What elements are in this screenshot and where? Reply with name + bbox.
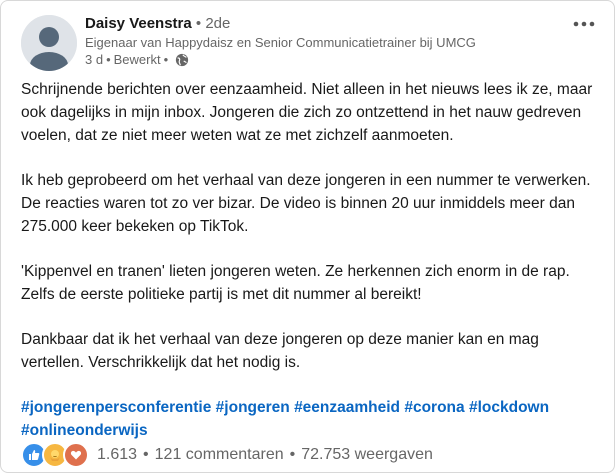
post-paragraph: Ik heb geprobeerd om het verhaal van dez… [21,172,591,235]
globe-icon [176,53,189,66]
post-paragraph: Schrijnende berichten over eenzaamheid. … [21,81,593,144]
social-counts: 1.613 • 121 commentaren • 72.753 weergav… [21,442,433,468]
separator-dot: • [143,446,149,463]
hashtag-link[interactable]: #jongeren [216,399,290,416]
comments-count[interactable]: 121 commentaren [155,446,284,464]
post-card: Daisy Veenstra • 2de Eigenaar van Happyd… [0,0,615,473]
reactions-count[interactable]: 1.613 [97,446,137,464]
hashtag-link[interactable]: #eenzaamheid [294,399,400,416]
profile-placeholder-icon [21,15,77,71]
hashtag-list: #jongerenpersconferentie #jongeren #eenz… [21,396,606,442]
ellipsis-icon [573,21,595,27]
author-headline: Eigenaar van Happydaisz en Senior Commun… [85,35,476,50]
post-body: Schrijnende berichten over eenzaamheid. … [21,78,606,442]
hashtag-link[interactable]: #corona [404,399,464,416]
connection-degree: • 2de [195,15,231,32]
post-meta: 3 d • Bewerkt • [85,51,564,68]
more-options-button[interactable] [570,13,598,35]
meta-separator: • [163,52,169,67]
love-icon [63,442,89,468]
reaction-icons[interactable] [21,442,89,468]
avatar[interactable] [21,15,77,71]
post-header: Daisy Veenstra • 2de Eigenaar van Happyd… [85,14,564,68]
hashtag-link[interactable]: #jongerenpersconferentie [21,399,211,416]
hashtag-link[interactable]: #onlineonderwijs [21,422,148,439]
views-count: 72.753 weergaven [301,446,433,463]
hashtag-link[interactable]: #lockdown [469,399,549,416]
post-time: 3 d [85,52,104,67]
post-paragraph: Dankbaar dat ik het verhaal van deze jon… [21,331,539,371]
edited-label: Bewerkt [113,52,161,67]
separator-dot: • [289,446,296,463]
meta-separator: • [106,52,111,67]
author-name[interactable]: Daisy Veenstra [85,15,192,32]
post-paragraph: 'Kippenvel en tranen' lieten jongeren we… [21,263,570,303]
